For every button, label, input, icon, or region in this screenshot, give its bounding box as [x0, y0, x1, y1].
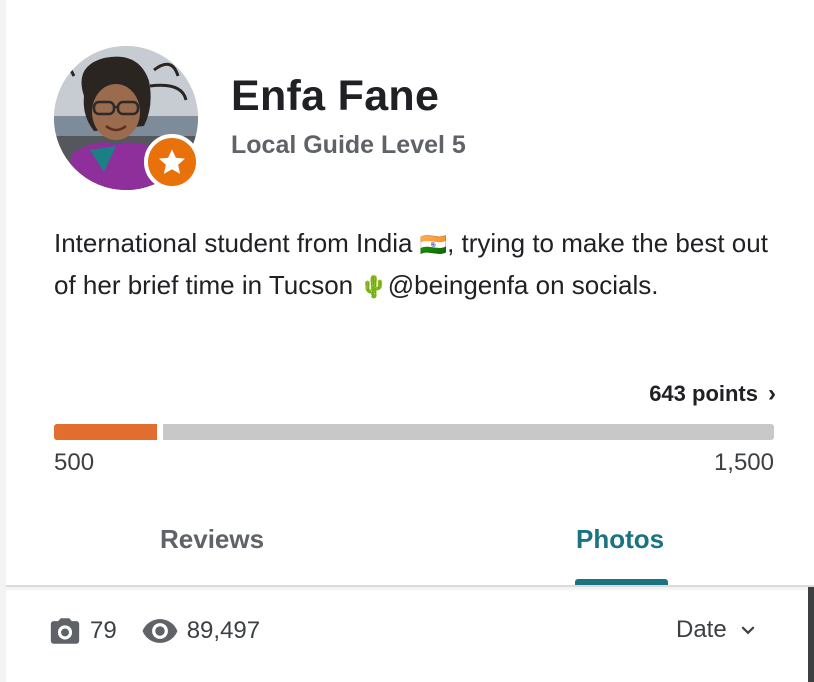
local-guide-profile-page: Enfa Fane Local Guide Level 5 Internatio…	[0, 0, 814, 682]
profile-tabs: Reviews Photos	[6, 500, 814, 586]
points-label: 643 points	[649, 381, 758, 406]
tabs-divider	[6, 585, 814, 587]
bio-text-3: @beingenfa on socials.	[387, 270, 659, 300]
progress-fill	[54, 424, 157, 440]
local-guide-level: Local Guide Level 5	[231, 131, 466, 159]
cactus-icon: 🌵	[360, 274, 388, 299]
tab-reviews[interactable]: Reviews	[160, 524, 264, 555]
progress-max-label: 1,500	[713, 449, 774, 476]
sort-dropdown[interactable]: Date	[676, 616, 761, 644]
points-progress-bar	[54, 424, 774, 440]
camera-icon	[50, 618, 80, 644]
bio-text-1: International student from India	[54, 228, 420, 258]
photo-count-stat: 79	[48, 614, 117, 648]
profile-name: Enfa Fane	[231, 72, 440, 120]
photo-count: 79	[90, 617, 117, 644]
photo-stats: 79 89,497	[48, 612, 260, 650]
eye-icon	[142, 619, 178, 643]
tab-photos[interactable]: Photos	[576, 524, 664, 555]
view-count-stat: 89,497	[141, 612, 260, 650]
view-count: 89,497	[186, 617, 261, 644]
progress-min-label: 500	[54, 449, 95, 476]
local-guide-badge	[144, 134, 200, 190]
chevron-down-icon	[741, 626, 755, 635]
sort-label: Date	[676, 616, 727, 643]
profile-bio: International student from India 🇮🇳, try…	[54, 223, 774, 307]
progress-remaining	[163, 424, 774, 440]
profile-avatar-container[interactable]	[54, 46, 200, 192]
points-link[interactable]: 643 points ›	[649, 380, 776, 408]
chevron-right-icon: ›	[768, 380, 776, 407]
india-flag-icon: 🇮🇳	[419, 232, 448, 257]
scrollbar[interactable]	[808, 587, 814, 682]
star-icon	[158, 149, 186, 174]
